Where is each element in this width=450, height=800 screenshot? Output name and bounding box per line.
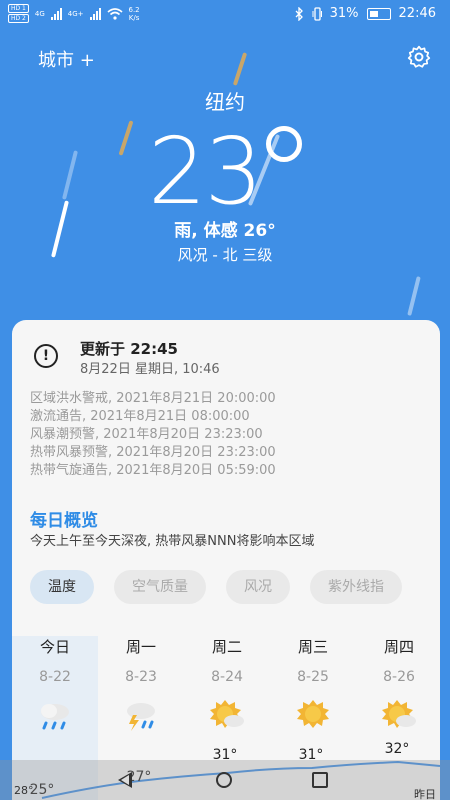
back-icon[interactable] bbox=[118, 772, 132, 788]
wifi-icon bbox=[106, 8, 123, 20]
city-name: 纽约 bbox=[205, 90, 245, 114]
weather-card: ! 更新于 22:45 8月22日 星期日, 10:46 区域洪水警戒, 202… bbox=[12, 320, 440, 800]
rain-streak bbox=[118, 120, 134, 156]
sun-icon bbox=[297, 700, 329, 728]
rain-streak bbox=[62, 150, 78, 200]
warning-item[interactable]: 热带气旋通告, 2021年8月20日 05:59:00 bbox=[30, 462, 276, 480]
warning-list: 区域洪水警戒, 2021年8月21日 20:00:00 激流通告, 2021年8… bbox=[30, 390, 276, 480]
tab-air-quality[interactable]: 空气质量 bbox=[114, 570, 206, 604]
thunderstorm-icon bbox=[127, 703, 155, 731]
network-type-1: 4G bbox=[34, 10, 45, 18]
warning-item[interactable]: 风暴潮预警, 2021年8月20日 23:23:00 bbox=[30, 426, 276, 444]
temp-label-high: 32° bbox=[385, 741, 410, 757]
tab-temperature[interactable]: 温度 bbox=[30, 570, 94, 604]
home-icon[interactable] bbox=[216, 772, 232, 788]
sim1-label: HD 1 bbox=[8, 4, 29, 13]
forecast-day[interactable]: 周一 8-23 bbox=[98, 636, 184, 737]
sim2-label: HD 2 bbox=[8, 14, 29, 23]
navigation-bar: 28° 昨日 bbox=[0, 760, 450, 800]
sim-indicator: HD 1 HD 2 bbox=[8, 4, 29, 24]
day-date: 8-24 bbox=[211, 669, 243, 685]
day-name: 周一 bbox=[125, 638, 156, 656]
vibrate-icon bbox=[312, 6, 322, 21]
city-button[interactable]: 城市 + bbox=[38, 46, 95, 72]
signal-icon bbox=[89, 8, 101, 20]
signal-icon bbox=[50, 8, 62, 20]
day-name: 周四 bbox=[383, 638, 414, 656]
wind-text: 风况 - 北 三级 bbox=[177, 246, 273, 264]
warning-item[interactable]: 区域洪水警戒, 2021年8月21日 20:00:00 bbox=[30, 390, 276, 408]
network-speed: 6.2 K/s bbox=[128, 6, 140, 22]
day-date: 8-25 bbox=[297, 669, 329, 685]
alert-icon[interactable]: ! bbox=[34, 344, 58, 368]
sun-cloud-icon bbox=[382, 700, 416, 728]
warning-item[interactable]: 热带风暴预警, 2021年8月20日 23:23:00 bbox=[30, 444, 276, 462]
network-type-2: 4G+ bbox=[67, 10, 84, 18]
yesterday-label: 昨日 bbox=[414, 788, 436, 800]
day-name: 今日 bbox=[39, 638, 70, 656]
forecast-day[interactable]: 周三 8-25 bbox=[270, 636, 356, 737]
current-temperature: 23 bbox=[148, 118, 263, 225]
rain-streak bbox=[407, 276, 421, 316]
day-date: 8-22 bbox=[39, 669, 71, 685]
degree-icon bbox=[266, 126, 302, 162]
sun-cloud-icon bbox=[210, 700, 244, 728]
daily-overview-title: 每日概览 bbox=[30, 511, 98, 531]
tab-uv[interactable]: 紫外线指 bbox=[310, 570, 402, 604]
day-date: 8-23 bbox=[125, 669, 157, 685]
tab-wind[interactable]: 风况 bbox=[226, 570, 290, 604]
axis-label: 28° bbox=[14, 784, 34, 797]
battery-icon bbox=[366, 7, 391, 20]
updated-date: 8月22日 星期日, 10:46 bbox=[80, 362, 220, 377]
forecast-day[interactable]: 周四 8-26 bbox=[356, 636, 440, 737]
clock: 22:46 bbox=[398, 6, 436, 21]
status-bar: HD 1 HD 2 4G 4G+ 6.2 K/s 31% 22:46 bbox=[0, 0, 450, 28]
updated-title: 更新于 22:45 bbox=[80, 340, 178, 358]
rain-cloud-icon bbox=[41, 704, 69, 730]
bluetooth-icon bbox=[295, 6, 303, 21]
warning-item[interactable]: 激流通告, 2021年8月21日 08:00:00 bbox=[30, 408, 276, 426]
metric-tabs: 温度 空气质量 风况 紫外线指 bbox=[30, 570, 402, 604]
forecast-day[interactable]: 周二 8-24 bbox=[184, 636, 270, 737]
day-name: 周三 bbox=[297, 638, 328, 656]
day-name: 周二 bbox=[211, 638, 242, 656]
gear-icon[interactable] bbox=[406, 44, 432, 70]
recent-apps-icon[interactable] bbox=[312, 772, 328, 788]
daily-overview-desc: 今天上午至今天深夜, 热带风暴NNN将影响本区域 bbox=[30, 534, 315, 549]
rain-streak bbox=[232, 52, 248, 86]
day-date: 8-26 bbox=[383, 669, 415, 685]
condition-text: 雨, 体感 26° bbox=[174, 221, 276, 241]
battery-percent: 31% bbox=[329, 6, 359, 21]
forecast-day[interactable]: 今日 8-22 bbox=[12, 636, 98, 737]
